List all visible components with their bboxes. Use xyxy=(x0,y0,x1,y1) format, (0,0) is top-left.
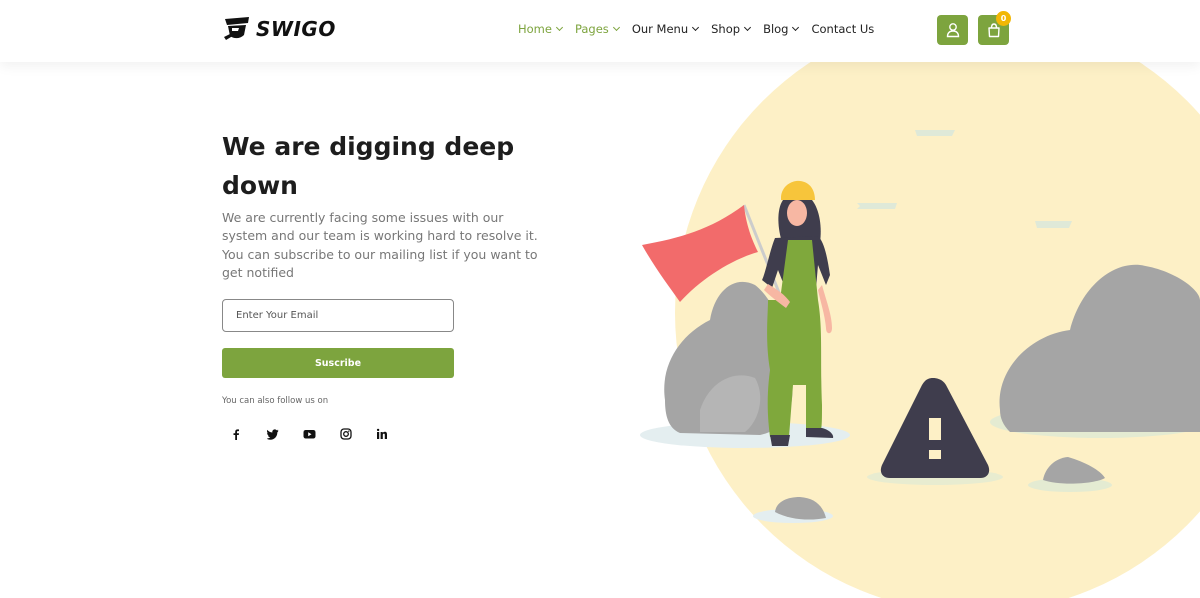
chevron-down-icon xyxy=(612,23,620,32)
figure-shoe xyxy=(770,435,790,446)
nav-item-label: Contact Us xyxy=(811,22,875,36)
nav-item-label: Blog xyxy=(763,22,789,36)
warning-mark xyxy=(929,418,941,440)
cart-count-badge: 0 xyxy=(996,11,1011,26)
site-header: SWIGO Home Pages Our Menu Shop Blog Cont… xyxy=(0,0,1200,62)
chef-hat-logo-icon xyxy=(224,17,249,40)
figure-face xyxy=(787,200,807,226)
chevron-down-icon xyxy=(692,23,700,32)
cloud-shape xyxy=(1035,221,1072,228)
site-logo[interactable]: SWIGO xyxy=(222,15,336,43)
nav-item-contact-us[interactable]: Contact Us xyxy=(811,22,874,36)
brand-name: SWIGO xyxy=(256,17,336,41)
warning-mark xyxy=(929,450,941,459)
account-button[interactable] xyxy=(937,15,968,45)
user-icon xyxy=(946,23,959,38)
cloud-shape xyxy=(915,130,955,136)
nav-item-label: Our Menu xyxy=(631,22,689,36)
nav-item-home[interactable]: Home xyxy=(518,22,564,36)
chevron-down-icon xyxy=(744,23,752,32)
main-nav: Home Pages Our Menu Shop Blog Contact Us xyxy=(518,22,887,36)
nav-item-label: Home xyxy=(518,22,552,36)
under-construction-illustration xyxy=(640,13,1200,598)
nav-item-pages[interactable]: Pages xyxy=(574,22,620,36)
chevron-down-icon xyxy=(792,23,800,32)
nav-item-shop[interactable]: Shop xyxy=(711,22,752,36)
nav-item-our-menu[interactable]: Our Menu xyxy=(631,22,700,36)
nav-item-blog[interactable]: Blog xyxy=(763,22,800,36)
nav-item-label: Pages xyxy=(574,22,609,36)
chevron-down-icon xyxy=(555,23,564,32)
nav-item-label: Shop xyxy=(711,22,741,36)
cloud-shape xyxy=(857,203,897,209)
